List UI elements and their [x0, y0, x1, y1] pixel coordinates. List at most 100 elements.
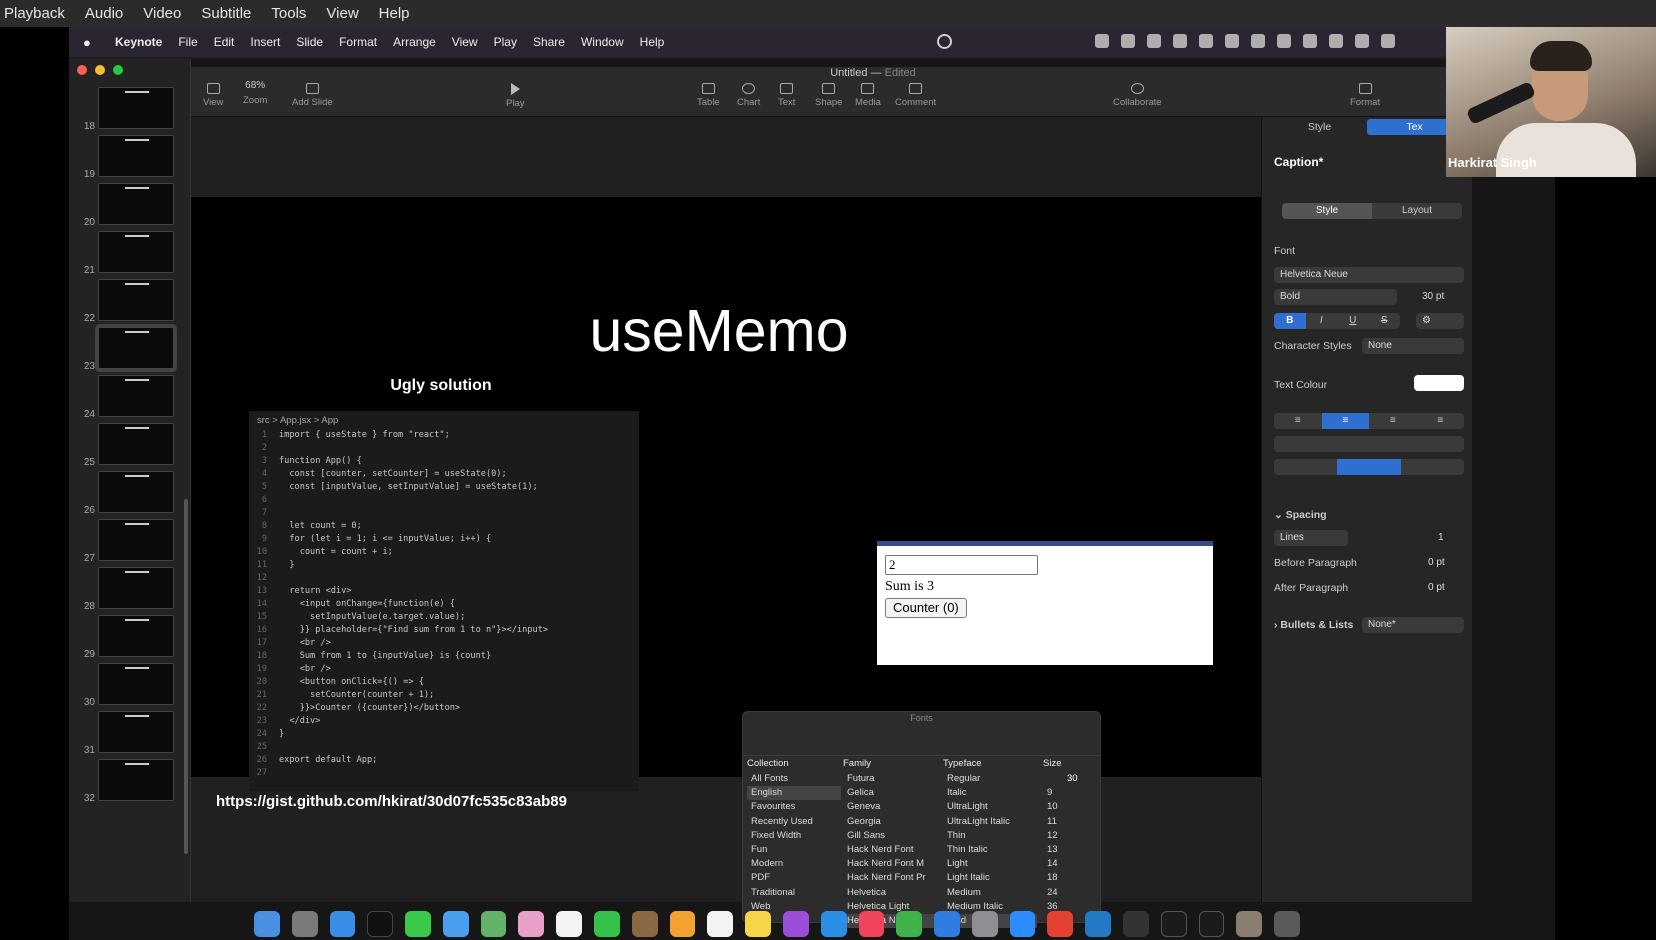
status-icon[interactable]: [1225, 34, 1239, 48]
slide-thumbnail[interactable]: [98, 567, 174, 609]
collection-item[interactable]: English: [747, 786, 841, 801]
familie-item[interactable]: Hack Nerd Font M: [843, 857, 939, 871]
size-item[interactable]: 12: [1043, 829, 1097, 843]
status-icon[interactable]: [1173, 34, 1187, 48]
typeface-item[interactable]: UltraLight Italic: [943, 815, 1037, 829]
text-colour-swatch[interactable]: [1414, 375, 1464, 391]
line-spacing-value[interactable]: 1: [1432, 530, 1462, 546]
view-button[interactable]: View: [203, 83, 223, 108]
line-spacing-select[interactable]: Lines: [1274, 530, 1348, 546]
menu-view[interactable]: View: [326, 5, 358, 22]
menu-format[interactable]: Format: [339, 35, 377, 49]
menu-help-mac[interactable]: Help: [640, 35, 665, 49]
menu-slide[interactable]: Slide: [296, 35, 323, 49]
familie-item[interactable]: Futura: [843, 772, 939, 786]
slide-thumbnail[interactable]: [98, 87, 174, 129]
collection-item[interactable]: Modern: [747, 857, 841, 871]
typeface-item[interactable]: Regular: [943, 772, 1037, 786]
typeface-item[interactable]: Medium: [943, 886, 1037, 900]
iterm-icon[interactable]: [1198, 911, 1225, 937]
typeface-item[interactable]: Thin: [943, 829, 1037, 843]
collaborate-button[interactable]: Collaborate: [1113, 83, 1162, 108]
menu-insert[interactable]: Insert: [250, 35, 280, 49]
slide-thumbnail[interactable]: [98, 471, 174, 513]
trash-icon[interactable]: [1274, 911, 1300, 937]
size-item[interactable]: 9: [1043, 786, 1097, 800]
status-icon[interactable]: [1199, 34, 1213, 48]
zoom-icon[interactable]: [1009, 911, 1036, 937]
obs-icon[interactable]: [1122, 911, 1149, 937]
search-icon[interactable]: [1381, 34, 1395, 48]
browser-preview[interactable]: 2 Sum is 3 Counter (0): [877, 541, 1213, 665]
preview-icon[interactable]: [1236, 911, 1263, 937]
character-styles-select[interactable]: None: [1362, 338, 1464, 354]
menu-play[interactable]: Play: [494, 35, 517, 49]
size-item[interactable]: 11: [1043, 815, 1097, 829]
outdent-icon[interactable]: [1274, 436, 1369, 452]
menu-tools[interactable]: Tools: [271, 5, 306, 22]
tv-icon[interactable]: [367, 911, 394, 937]
after-paragraph-value[interactable]: 0 pt: [1422, 580, 1464, 596]
align-right-icon[interactable]: ≡: [1369, 413, 1417, 429]
before-paragraph-value[interactable]: 0 pt: [1422, 555, 1464, 571]
size-item[interactable]: 10: [1043, 800, 1097, 814]
bold-button[interactable]: B: [1274, 313, 1306, 329]
slide-thumbnail[interactable]: [98, 759, 174, 801]
collection-item[interactable]: PDF: [747, 871, 841, 885]
menu-window[interactable]: Window: [581, 35, 624, 49]
battery-icon[interactable]: [1329, 34, 1343, 48]
add-slide-button[interactable]: Add Slide: [292, 83, 333, 108]
pages-icon[interactable]: [669, 911, 696, 937]
status-icon[interactable]: [1147, 34, 1161, 48]
photos-icon[interactable]: [518, 911, 545, 937]
play-button[interactable]: Play: [506, 83, 524, 109]
facetime-icon[interactable]: [594, 911, 620, 937]
subtab-style[interactable]: Style: [1282, 203, 1372, 219]
music-icon[interactable]: [858, 911, 885, 937]
messages-icon[interactable]: [405, 911, 431, 937]
chart-button[interactable]: Chart: [737, 83, 760, 108]
reminders-icon[interactable]: [707, 911, 734, 937]
collection-item[interactable]: Fixed Width: [747, 829, 841, 843]
menu-view-mac[interactable]: View: [452, 35, 478, 49]
slide-thumbnail[interactable]: [98, 711, 174, 753]
menu-audio[interactable]: Audio: [85, 5, 123, 22]
collection-item[interactable]: Traditional: [747, 886, 841, 900]
menu-playback[interactable]: Playback: [4, 5, 65, 22]
status-icon[interactable]: [1303, 34, 1317, 48]
align-center-icon[interactable]: ≡: [1321, 413, 1369, 429]
numbers-icon[interactable]: [896, 911, 923, 937]
align-top-icon[interactable]: [1274, 459, 1337, 475]
wifi-icon[interactable]: [1355, 34, 1369, 48]
size-item[interactable]: 13: [1043, 843, 1097, 857]
terminal-icon[interactable]: [1160, 911, 1187, 937]
text-button[interactable]: Text: [778, 83, 795, 108]
menu-keynote[interactable]: Keynote: [115, 35, 162, 49]
familie-item[interactable]: Hack Nerd Font: [843, 843, 939, 857]
menu-subtitle[interactable]: Subtitle: [201, 5, 251, 22]
slide-thumbnail[interactable]: [98, 519, 174, 561]
notes-icon[interactable]: [745, 911, 771, 937]
slide-thumbnail[interactable]: [98, 279, 174, 321]
slide-thumbnail[interactable]: [98, 375, 174, 417]
indent-icon[interactable]: [1369, 436, 1464, 452]
gist-url[interactable]: https://gist.github.com/hkirat/30d07fc53…: [216, 793, 567, 810]
sidebar-scrollbar[interactable]: [184, 499, 188, 854]
slide-thumbnail[interactable]: [95, 324, 177, 372]
align-bottom-icon[interactable]: [1401, 459, 1464, 475]
paragraph-style[interactable]: Caption*: [1274, 155, 1464, 169]
chrome-icon[interactable]: [1047, 911, 1074, 937]
familie-item[interactable]: Gill Sans: [843, 829, 939, 843]
slide-thumbnail[interactable]: [98, 183, 174, 225]
slide-thumbnail[interactable]: [98, 135, 174, 177]
apple-icon[interactable]: ●: [83, 35, 105, 50]
settings-icon[interactable]: [971, 911, 998, 937]
table-button[interactable]: Table: [697, 83, 720, 108]
menu-file[interactable]: File: [178, 35, 197, 49]
finder-icon[interactable]: [254, 911, 280, 937]
typeface-item[interactable]: UltraLight: [943, 800, 1037, 814]
align-left-icon[interactable]: ≡: [1274, 413, 1322, 429]
italic-button[interactable]: I: [1306, 313, 1338, 329]
collection-item[interactable]: Favourites: [747, 800, 841, 814]
spacing-label[interactable]: ⌄ Spacing: [1274, 509, 1464, 521]
